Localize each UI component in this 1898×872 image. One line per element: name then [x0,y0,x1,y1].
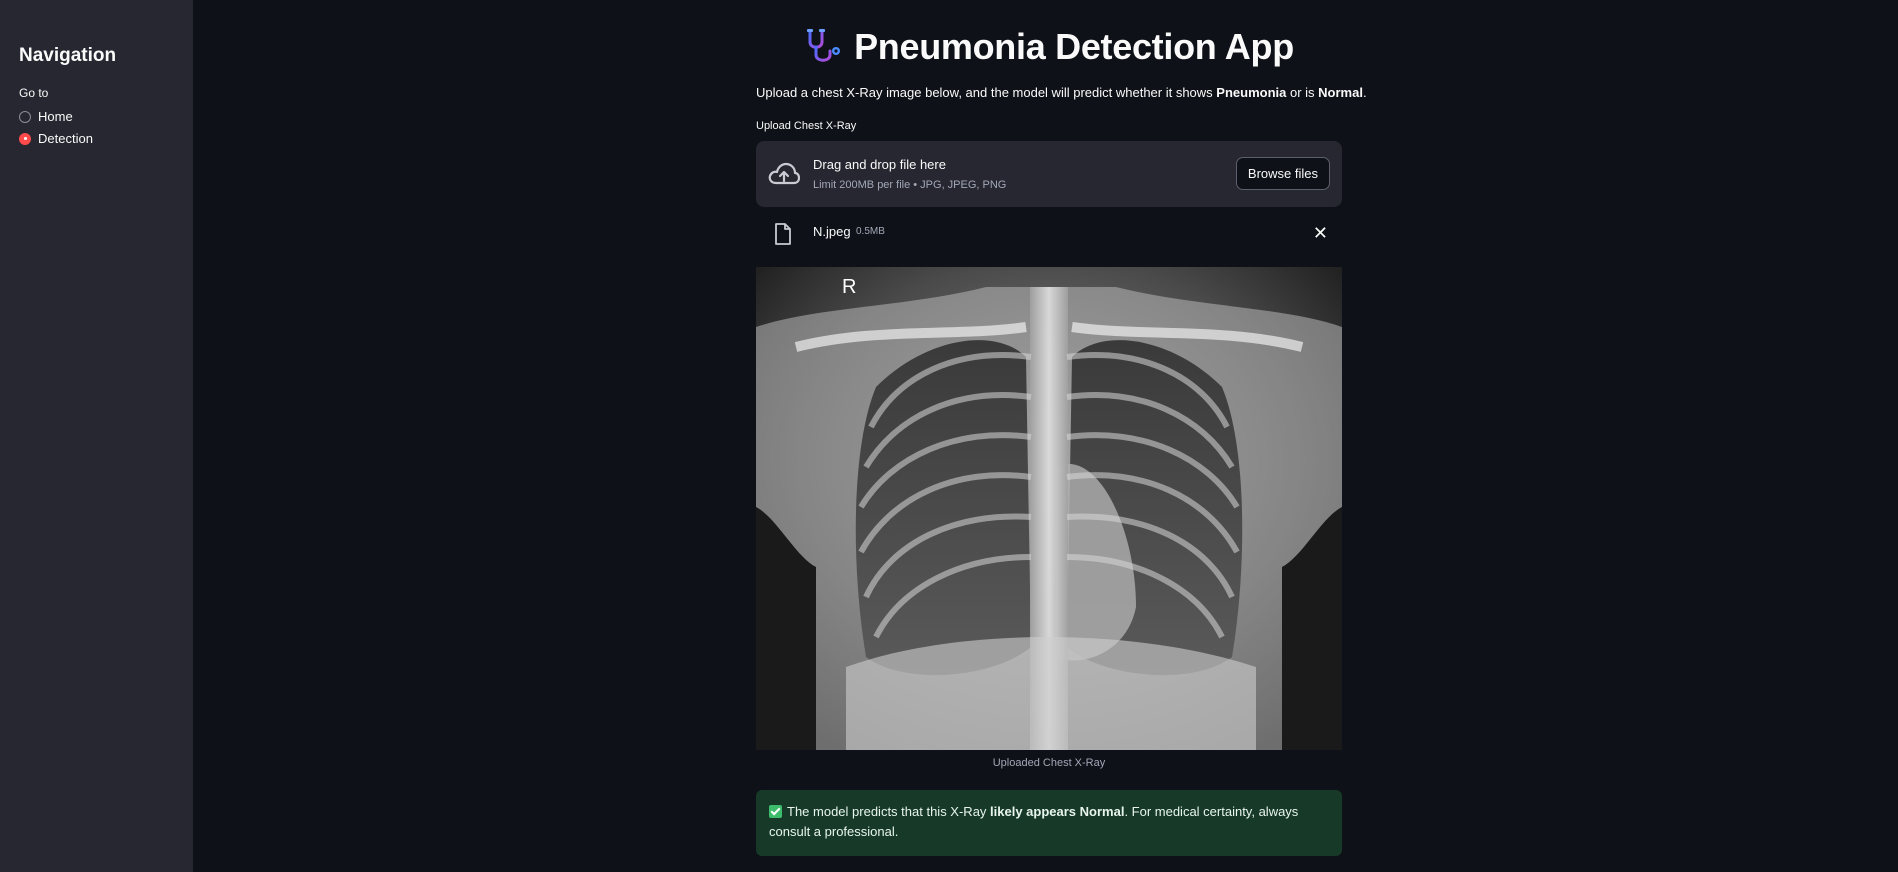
check-icon [769,805,782,818]
page-title: Pneumonia Detection App [854,26,1294,67]
radio-unselected-icon[interactable] [19,110,31,123]
chest-xray-picture: R [756,267,1342,750]
radio-label-home: Home [38,109,73,124]
intro-text: Upload a chest X-Ray image below, and th… [756,85,1367,100]
file-size: 0.5MB [856,226,885,237]
intro-normal: Normal [1318,85,1363,100]
goto-label: Go to [19,86,49,100]
dropzone-title: Drag and drop file here [813,157,946,172]
browse-files-button[interactable]: Browse files [1235,157,1330,190]
xray-marker-r: R [842,276,856,298]
intro-middle: or is [1286,85,1319,100]
stethoscope-icon [807,29,841,62]
uploaded-file-row: N.jpeg 0.5MB ✕ [756,220,1342,248]
radio-option-home[interactable]: Home [19,109,73,124]
xray-image: R [756,267,1342,750]
file-name: N.jpeg [813,224,851,239]
close-icon[interactable]: ✕ [1313,224,1328,242]
radio-label-detection: Detection [38,131,93,146]
result-emphasis: likely appears Normal [990,804,1125,819]
intro-pneumonia: Pneumonia [1216,85,1287,100]
intro-prefix: Upload a chest X-Ray image below, and th… [756,85,1217,100]
file-icon [775,223,791,245]
file-dropzone[interactable]: Drag and drop file here Limit 200MB per … [756,141,1342,207]
radio-option-detection[interactable]: Detection [19,131,93,146]
intro-suffix: . [1362,85,1367,100]
dropzone-limit: Limit 200MB per file • JPG, JPEG, PNG [813,179,1007,191]
prediction-result-alert: The model predicts that this X-Ray likel… [756,790,1342,856]
radio-selected-icon[interactable] [19,132,31,145]
cloud-upload-icon [768,162,800,185]
result-prefix: The model predicts that this X-Ray [787,804,991,819]
image-caption: Uploaded Chest X-Ray [992,757,1106,769]
sidebar: Navigation Go to Home Detection [0,0,193,872]
sidebar-title: Navigation [19,45,117,66]
page-header: Pneumonia Detection App [756,26,1342,68]
upload-label: Upload Chest X-Ray [756,120,857,132]
